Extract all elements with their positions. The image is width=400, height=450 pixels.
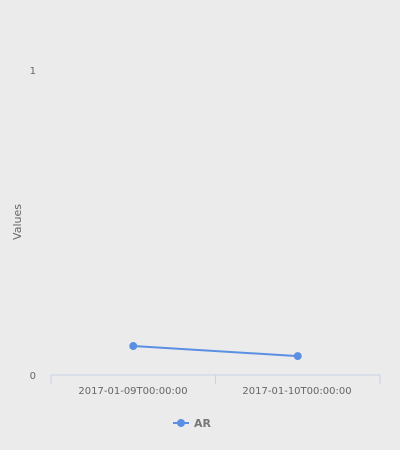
y-axis-title: Values — [11, 204, 24, 240]
chart: Values 1 0 2017-01-09T00:00:00 2017-01-1… — [0, 0, 400, 450]
series-ar — [129, 342, 302, 361]
y-tick-label: 0 — [30, 371, 36, 382]
data-point[interactable] — [293, 352, 302, 361]
legend-symbol-marker — [177, 419, 185, 427]
data-point[interactable] — [129, 342, 138, 351]
line-chart: Values 1 0 2017-01-09T00:00:00 2017-01-1… — [11, 66, 381, 430]
series-line — [133, 345, 298, 358]
legend-label-ar[interactable]: AR — [194, 417, 212, 430]
x-tick-label: 2017-01-10T00:00:00 — [242, 386, 351, 397]
legend[interactable]: AR — [173, 417, 212, 430]
y-tick-label: 1 — [30, 66, 36, 77]
x-tick-label: 2017-01-09T00:00:00 — [78, 386, 187, 397]
